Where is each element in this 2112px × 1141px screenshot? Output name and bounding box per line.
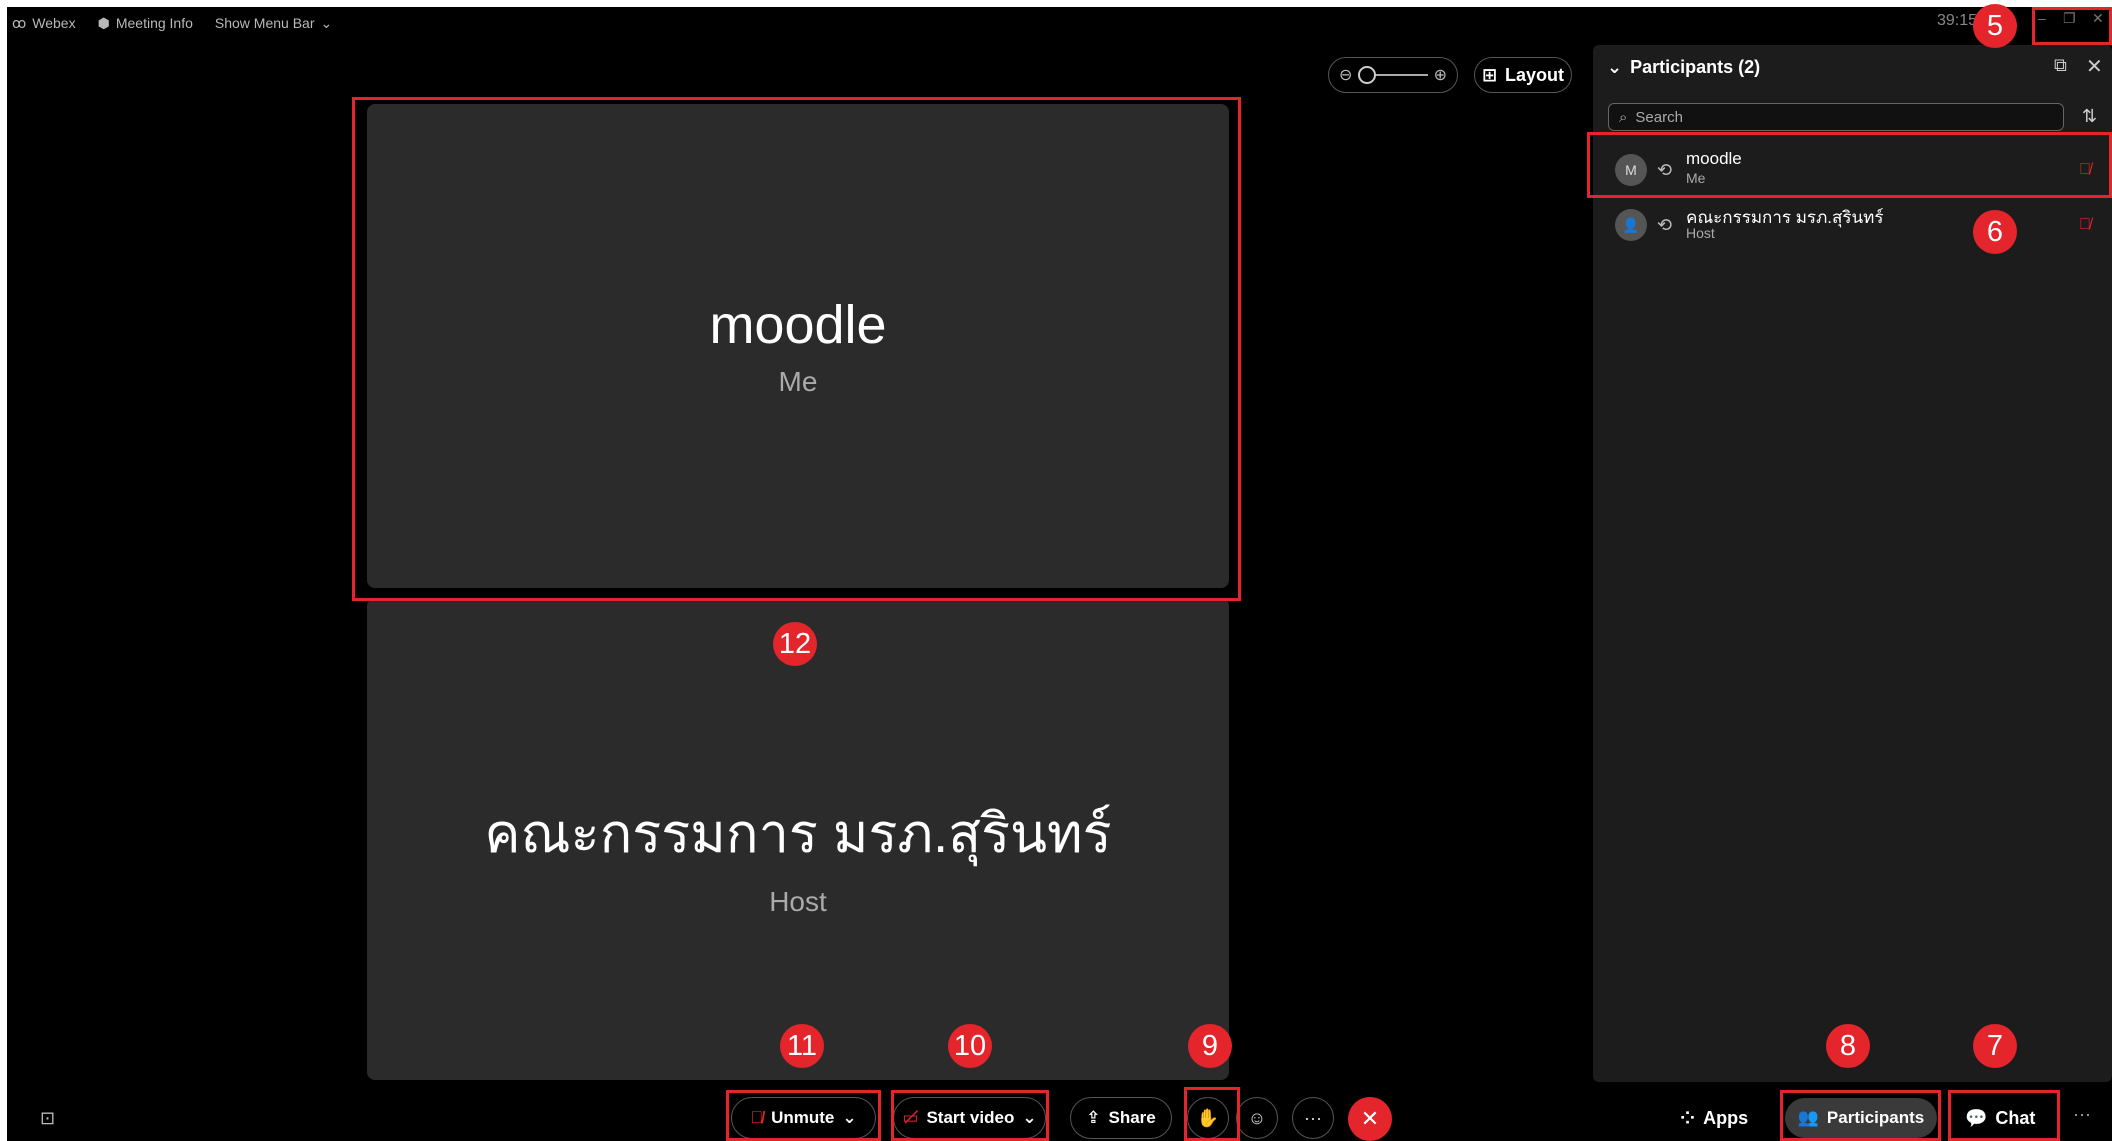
zoom-track[interactable]	[1358, 66, 1428, 84]
annotation-badge-9: 9	[1188, 1024, 1232, 1068]
annotation-badge-8: 8	[1826, 1024, 1870, 1068]
apps-label: Apps	[1703, 1107, 1749, 1128]
meeting-info-label: Meeting Info	[115, 15, 193, 31]
sort-icon[interactable]: ⇅	[2082, 106, 2097, 127]
webex-logo-icon: ꝏ	[12, 14, 27, 31]
tile-name: คณะกรรมการ มรภ.สุรินทร์	[484, 804, 1112, 864]
layout-button[interactable]: ⊞ Layout	[1474, 57, 1572, 93]
participant-role: Host	[1686, 225, 1715, 241]
participants-panel-header[interactable]: ⌄ Participants (2)	[1607, 57, 1760, 78]
close-icon: ✕	[1360, 1106, 1380, 1131]
annotation-badge-5: 5	[1973, 4, 2017, 48]
zoom-knob[interactable]	[1358, 66, 1377, 84]
annotation-box-12	[352, 97, 1241, 601]
share-label: Share	[1108, 1108, 1156, 1127]
audio-connection-icon: ⟲	[1657, 214, 1673, 235]
popout-icon[interactable]: ⧉	[2054, 55, 2067, 76]
annotation-box-10	[891, 1090, 1049, 1141]
more-icon[interactable]: ···	[2073, 1104, 2091, 1125]
zoom-in-icon[interactable]: ⊕	[1434, 65, 1447, 85]
participant-name: คณะกรรมการ มรภ.สุรินทร์	[1686, 208, 1884, 227]
search-placeholder: Search	[1635, 108, 1683, 126]
grid-icon: ⊞	[1481, 64, 1498, 85]
tile-role: Host	[769, 886, 827, 917]
avatar: 👤	[1615, 209, 1647, 241]
search-icon: ⌕	[1619, 108, 1628, 126]
webex-label: Webex	[32, 15, 76, 31]
annotation-box-5	[2032, 7, 2112, 45]
video-tile-host[interactable]: คณะกรรมการ มรภ.สุรินทร์ Host	[367, 598, 1229, 1080]
annotation-box-11	[726, 1090, 881, 1141]
show-menu-bar-button[interactable]: Show Menu Bar ⌄	[215, 15, 332, 32]
share-icon: ⇪	[1086, 1108, 1101, 1127]
annotation-badge-12: 12	[773, 622, 817, 666]
close-panel-icon[interactable]: ✕	[2086, 54, 2103, 79]
annotation-box-6	[1587, 132, 2112, 198]
annotation-badge-11: 11	[780, 1024, 824, 1068]
more-options-button[interactable]: ···	[1292, 1097, 1334, 1139]
zoom-slider[interactable]: ⊖ ⊕	[1328, 57, 1458, 93]
leave-meeting-button[interactable]: ✕	[1348, 1097, 1392, 1141]
meeting-timer: 39:15	[1937, 12, 1978, 29]
annotation-badge-10: 10	[948, 1024, 992, 1068]
annotation-box-8	[1780, 1090, 1941, 1141]
window-left-border	[0, 0, 7, 1141]
show-menu-bar-label: Show Menu Bar	[214, 15, 315, 31]
chevron-down-icon[interactable]: ⌄	[1607, 57, 1622, 78]
apps-icon: ⁘	[1680, 1107, 1696, 1128]
annotation-box-9	[1184, 1087, 1240, 1141]
chevron-down-icon: ⌄	[320, 14, 333, 31]
panel-title: Participants (2)	[1630, 57, 1761, 77]
zoom-out-icon[interactable]: ⊖	[1339, 65, 1352, 85]
webex-app-menu[interactable]: ꝏ Webex	[12, 15, 76, 32]
shield-icon: ⬢	[97, 14, 110, 31]
ellipsis-icon: ···	[1304, 1107, 1322, 1128]
layout-label: Layout	[1505, 64, 1565, 85]
annotation-box-7	[1948, 1090, 2060, 1141]
apps-button[interactable]: ⁘ Apps	[1680, 1100, 1748, 1136]
share-button[interactable]: ⇪ Share	[1070, 1097, 1172, 1139]
meeting-info-button[interactable]: ⬢ Meeting Info	[98, 15, 193, 32]
participant-search-input[interactable]: ⌕ Search	[1608, 103, 2064, 131]
annotation-badge-7: 7	[1973, 1024, 2017, 1068]
menu-bar: ꝏ Webex ⬢ Meeting Info Show Menu Bar ⌄	[12, 12, 332, 34]
window-top-border	[0, 0, 2112, 7]
annotation-badge-6: 6	[1973, 210, 2017, 254]
emoji-icon: ☺	[1247, 1107, 1267, 1128]
reactions-button[interactable]: ☺	[1236, 1097, 1278, 1139]
microphone-muted-icon: 🎙̸	[2079, 216, 2091, 233]
captions-icon[interactable]: ⊡	[40, 1108, 55, 1129]
participant-row-host[interactable]: 👤 ⟲ คณะกรรมการ มรภ.สุรินทร์ Host 🎙̸	[1593, 198, 2112, 252]
